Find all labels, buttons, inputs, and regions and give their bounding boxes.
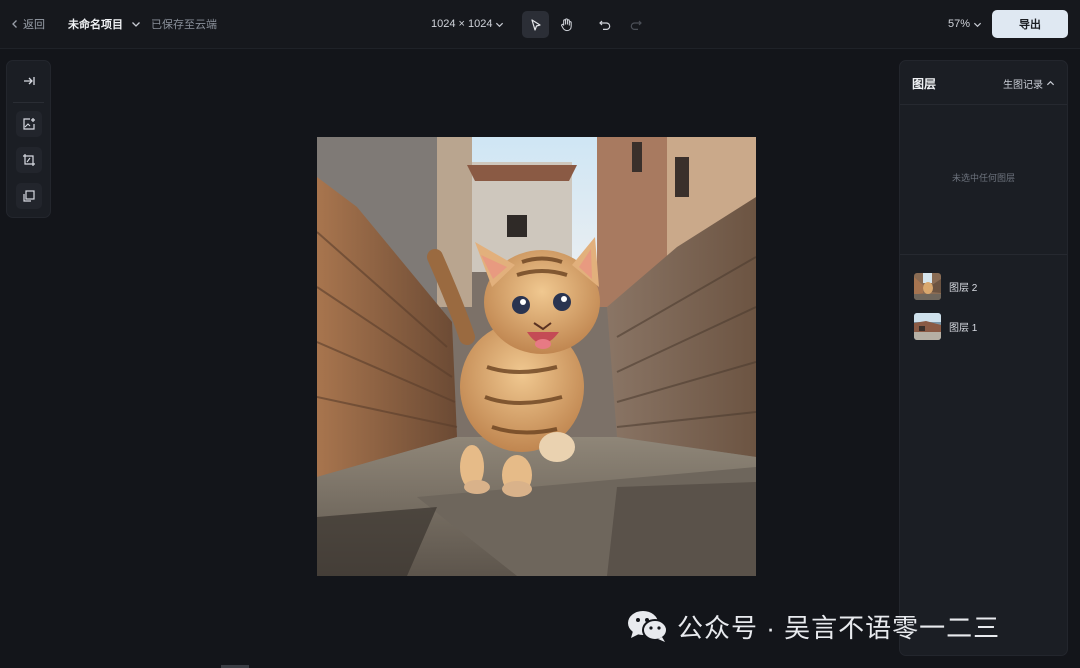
chevron-down-icon: [132, 22, 140, 27]
top-toolbar: 返回 未命名项目 已保存至云端 1024 × 1024 57% 导出: [0, 0, 1080, 49]
project-name: 未命名项目: [68, 19, 123, 31]
panel-divider: [900, 254, 1067, 255]
toolbar-divider: [13, 102, 44, 103]
project-name-dropdown[interactable]: 未命名项目: [68, 0, 141, 48]
arrow-to-right-icon: [24, 77, 35, 85]
redo-icon: [630, 20, 642, 30]
save-status: 已保存至云端: [151, 19, 217, 31]
back-button[interactable]: 返回: [10, 0, 45, 48]
layer-name: 图层 1: [949, 322, 978, 334]
layer-thumbnail: [914, 312, 941, 340]
image-edit-icon: [23, 154, 35, 166]
layer-item[interactable]: 图层 1: [914, 311, 1054, 341]
expand-panel-button[interactable]: [16, 68, 42, 94]
chevron-up-icon: [1046, 80, 1055, 86]
hand-tool-button[interactable]: [553, 11, 580, 38]
watermark: 公众号 · 吴言不语零一二三: [627, 606, 1000, 646]
canvas-size-dropdown[interactable]: 1024 × 1024: [431, 0, 504, 48]
chevron-left-icon: [12, 20, 17, 28]
wechat-icon: [628, 611, 668, 642]
canvas-image[interactable]: [317, 137, 756, 576]
image-add-icon: [23, 118, 35, 130]
layer-item[interactable]: 图层 2: [914, 271, 1054, 301]
layer-thumbnail: [914, 272, 941, 300]
crop-image-button[interactable]: [16, 147, 42, 173]
export-button[interactable]: 导出: [992, 10, 1068, 38]
redo-button[interactable]: [622, 11, 649, 38]
cursor-icon: [530, 18, 541, 31]
layers-panel-title: 图层: [912, 77, 937, 91]
zoom-label: 57%: [948, 18, 971, 30]
canvas-size-label: 1024 × 1024: [431, 18, 493, 30]
undo-button[interactable]: [591, 11, 618, 38]
watermark-text: 公众号 · 吴言不语零一二三: [677, 612, 1001, 643]
chevron-down-icon: [973, 22, 982, 27]
left-toolbar: [6, 60, 51, 218]
chevron-down-icon: [496, 22, 504, 27]
empty-selection-message: 未选中任何图层: [951, 173, 1015, 183]
select-tool-button[interactable]: [522, 11, 549, 38]
layer-name: 图层 2: [949, 282, 978, 294]
layers-panel: 图层 生图记录 未选中任何图层 图层 2 图层 1: [899, 60, 1068, 656]
panel-divider: [900, 104, 1067, 105]
layers-button[interactable]: [16, 183, 42, 209]
add-image-button[interactable]: [16, 111, 42, 137]
kitten-photo: [317, 137, 756, 576]
hand-icon: [561, 18, 572, 32]
undo-icon: [598, 20, 610, 30]
back-label: 返回: [23, 19, 45, 31]
generation-history-toggle[interactable]: 生图记录: [1003, 76, 1055, 91]
history-label: 生图记录: [1003, 80, 1043, 91]
zoom-dropdown[interactable]: 57%: [948, 0, 982, 48]
layers-icon: [23, 190, 35, 202]
